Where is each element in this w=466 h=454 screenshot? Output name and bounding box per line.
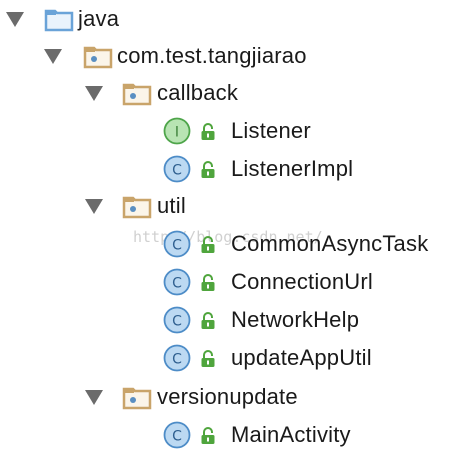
tree-item-mainactivity[interactable]: C MainActivity bbox=[0, 416, 466, 454]
node-label: util bbox=[157, 193, 186, 218]
tree-item-updateapputil[interactable]: C updateAppUtil bbox=[0, 339, 466, 377]
kind-letter: C bbox=[172, 314, 182, 330]
lock-icon bbox=[201, 350, 215, 367]
kind-letter: I bbox=[175, 125, 179, 141]
expand-arrow-icon[interactable] bbox=[85, 199, 103, 214]
expand-arrow-icon[interactable] bbox=[44, 49, 62, 64]
source-folder-icon bbox=[44, 9, 74, 32]
class-icon: C bbox=[163, 306, 191, 334]
kind-letter: C bbox=[172, 238, 182, 254]
node-label: MainActivity bbox=[231, 422, 351, 447]
lock-icon bbox=[201, 236, 215, 253]
package-folder-icon bbox=[122, 387, 152, 410]
tree-item-listener[interactable]: I Listener bbox=[0, 112, 466, 150]
tree-item-connectionurl[interactable]: C ConnectionUrl bbox=[0, 263, 466, 301]
class-icon: C bbox=[163, 344, 191, 372]
node-label: versionupdate bbox=[157, 384, 298, 409]
lock-icon bbox=[201, 312, 215, 329]
lock-icon bbox=[201, 161, 215, 178]
class-icon: C bbox=[163, 230, 191, 258]
tree-node-versionupdate[interactable]: versionupdate bbox=[0, 378, 466, 416]
tree-node-package[interactable]: com.test.tangjiarao bbox=[0, 37, 466, 75]
node-label: java bbox=[78, 6, 120, 31]
kind-letter: C bbox=[172, 276, 182, 292]
lock-icon bbox=[201, 123, 215, 140]
expand-arrow-icon[interactable] bbox=[6, 12, 24, 27]
node-label: callback bbox=[157, 80, 239, 105]
tree-item-networkhelp[interactable]: C NetworkHelp bbox=[0, 301, 466, 339]
package-folder-icon bbox=[83, 46, 113, 69]
node-label: NetworkHelp bbox=[231, 307, 360, 332]
tree-item-commonasynctask[interactable]: C CommonAsyncTask bbox=[0, 225, 466, 263]
kind-letter: C bbox=[172, 163, 182, 179]
node-label: ConnectionUrl bbox=[231, 269, 374, 294]
package-folder-icon bbox=[122, 83, 152, 106]
lock-icon bbox=[201, 427, 215, 444]
lock-icon bbox=[201, 274, 215, 291]
expand-arrow-icon[interactable] bbox=[85, 390, 103, 405]
tree-item-listenerimpl[interactable]: C ListenerImpl bbox=[0, 150, 466, 188]
node-label: com.test.tangjiarao bbox=[117, 43, 307, 68]
kind-letter: C bbox=[172, 352, 182, 368]
node-label: updateAppUtil bbox=[231, 345, 372, 370]
kind-letter: C bbox=[172, 429, 182, 445]
class-icon: C bbox=[163, 155, 191, 183]
node-label: Listener bbox=[231, 118, 311, 143]
node-label: ListenerImpl bbox=[231, 156, 354, 181]
class-icon: C bbox=[163, 421, 191, 449]
package-folder-icon bbox=[122, 196, 152, 219]
node-label: CommonAsyncTask bbox=[231, 231, 429, 256]
tree-node-callback[interactable]: callback bbox=[0, 74, 466, 112]
tree-node-util[interactable]: util bbox=[0, 187, 466, 225]
interface-icon: I bbox=[163, 117, 191, 145]
class-icon: C bbox=[163, 268, 191, 296]
tree-node-java[interactable]: java bbox=[0, 0, 466, 38]
expand-arrow-icon[interactable] bbox=[85, 86, 103, 101]
